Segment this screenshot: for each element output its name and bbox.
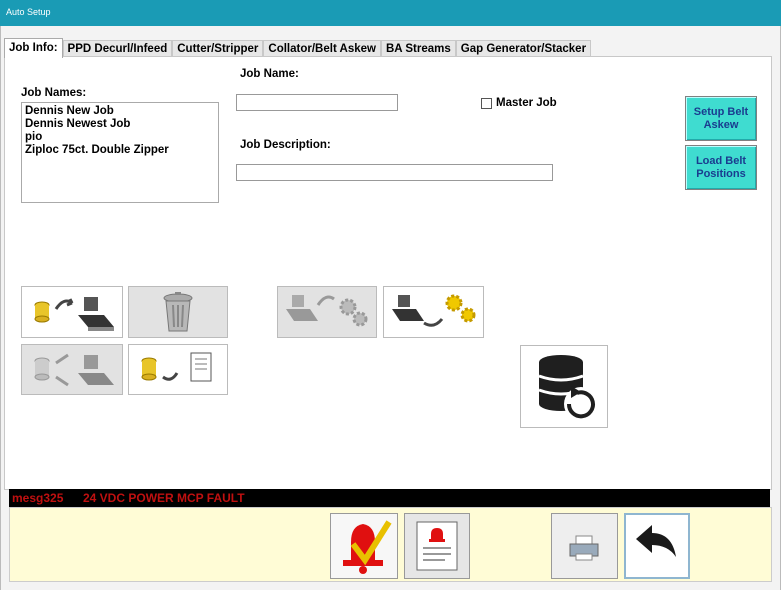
- machine-to-gears-icon: [286, 295, 368, 327]
- load-belt-positions-button[interactable]: Load Belt Positions: [685, 145, 757, 190]
- list-item[interactable]: Dennis Newest Job: [22, 118, 218, 131]
- job-name-input[interactable]: [236, 94, 398, 111]
- list-item[interactable]: Ziploc 75ct. Double Zipper: [22, 144, 218, 157]
- window-titlebar: Auto Setup: [0, 0, 781, 26]
- database-sync-machine-icon: [34, 353, 114, 387]
- tab-bar: Job Info: PPD Decurl/Infeed Cutter/Strip…: [4, 38, 592, 58]
- acknowledge-alarm-button[interactable]: [330, 513, 398, 579]
- database-restore-icon: [538, 355, 598, 421]
- back-button[interactable]: [624, 513, 690, 579]
- status-code: mesg325: [12, 491, 64, 505]
- alarm-log-button[interactable]: [404, 513, 470, 579]
- printer-icon: [569, 535, 599, 561]
- send-job-to-machine-button[interactable]: [21, 286, 123, 338]
- restore-database-button[interactable]: [520, 345, 608, 428]
- setup-belt-askew-button[interactable]: Setup Belt Askew: [685, 96, 757, 141]
- machine-gears-icon: [392, 294, 476, 327]
- sync-machine-button[interactable]: [21, 344, 123, 395]
- job-names-label: Job Names:: [21, 87, 87, 99]
- print-button[interactable]: [551, 513, 618, 579]
- document-to-database-icon: [141, 352, 212, 382]
- list-item[interactable]: Dennis New Job: [22, 105, 218, 118]
- master-job-label: Master Job: [496, 97, 557, 109]
- machine-to-settings-button[interactable]: [277, 286, 377, 338]
- back-arrow-icon: [636, 525, 676, 557]
- job-name-label: Job Name:: [240, 68, 299, 80]
- master-job-checkbox[interactable]: [481, 98, 492, 109]
- settings-to-machine-button[interactable]: [383, 286, 484, 338]
- trash-icon: [163, 292, 193, 332]
- window-title: Auto Setup: [6, 7, 51, 17]
- status-message: 24 VDC POWER MCP FAULT: [83, 491, 245, 505]
- database-to-machine-icon: [34, 297, 114, 331]
- status-bar: mesg325 24 VDC POWER MCP FAULT: [9, 489, 770, 507]
- job-description-input[interactable]: [236, 164, 553, 181]
- alarm-log-icon: [416, 521, 458, 571]
- job-names-list[interactable]: Dennis New Job Dennis Newest Job pio Zip…: [21, 102, 219, 203]
- list-item[interactable]: pio: [22, 131, 218, 144]
- job-description-label: Job Description:: [240, 139, 331, 151]
- import-job-button[interactable]: [128, 344, 228, 395]
- bell-check-icon: [343, 520, 392, 574]
- delete-job-button[interactable]: [128, 286, 228, 338]
- tab-job-info[interactable]: Job Info:: [4, 38, 63, 58]
